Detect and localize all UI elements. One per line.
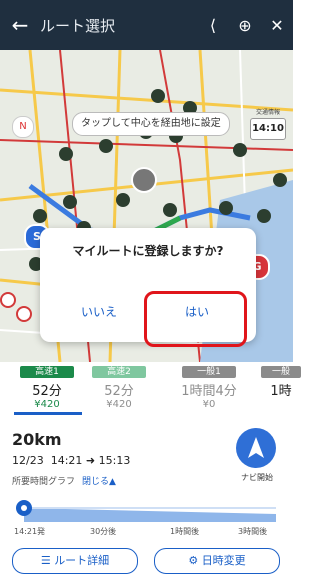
list-icon: ☰ — [40, 554, 51, 567]
close-graph-button[interactable]: 閉じる▲ — [82, 474, 116, 487]
route-detail-label: ルート詳細 — [54, 554, 110, 567]
compass-icon[interactable]: N — [12, 116, 34, 138]
tab-price: ¥0 — [202, 399, 216, 410]
tab-highway-1[interactable]: 高速1 52分 ¥420 — [12, 366, 82, 410]
tab-badge: 一般 — [261, 366, 301, 378]
route-distance: 20km — [12, 430, 62, 449]
graph-tick: 3時間後 — [238, 527, 268, 536]
graph-tick: 14:21発 — [14, 527, 46, 536]
tab-price: ¥420 — [106, 399, 132, 410]
no-button[interactable]: いいえ — [54, 300, 144, 324]
page-title: ルート選択 — [40, 16, 116, 35]
active-tab-indicator — [14, 412, 82, 415]
tab-general-1[interactable]: 一般1 1時間4分 ¥0 — [174, 366, 244, 410]
graph-tick: 1時間後 — [170, 527, 200, 536]
navigation-start-label: ナビ開始 — [241, 473, 273, 482]
tab-badge: 高速1 — [20, 366, 74, 378]
traffic-time: 14:10 — [252, 123, 284, 134]
tab-badge: 一般1 — [182, 366, 236, 378]
navigation-start-button[interactable] — [236, 428, 276, 468]
tab-badge: 高速2 — [92, 366, 146, 378]
route-date: 12/23 — [12, 454, 44, 467]
tab-price: ¥420 — [34, 399, 60, 410]
tab-highway-2[interactable]: 高速2 52分 ¥420 — [84, 366, 154, 410]
navigation-arrow-icon — [248, 437, 264, 458]
close-icon[interactable]: ✕ — [261, 16, 293, 35]
tab-general-2[interactable]: 一般 1時 — [256, 366, 306, 399]
datetime-change-label: 日時変更 — [201, 554, 246, 567]
traffic-time-badge: 交通情報 14:10 — [250, 109, 286, 140]
tab-time: 52分 — [104, 384, 134, 399]
route-detail-panel: 20km 12/23 14:21 ➜ 15:13 所要時間グラフ 閉じる▲ ナビ… — [0, 418, 293, 586]
share-icon[interactable]: ⟨ — [197, 16, 229, 35]
gear-icon: ⚙ — [188, 554, 199, 567]
tab-time: 1時 — [270, 384, 292, 399]
traffic-time-label: 交通情報 — [255, 109, 280, 116]
arrive-time: 15:13 — [98, 454, 131, 467]
graph-tick: 30分後 — [90, 527, 117, 536]
yes-highlight-frame — [144, 291, 247, 347]
header-bar: ← ルート選択 ⟨ ⊕ ✕ — [0, 0, 293, 50]
arrow-icon: ➜ — [85, 454, 96, 467]
dialog-message: マイルートに登録しますか? — [72, 244, 224, 258]
route-times: 12/23 14:21 ➜ 15:13 — [12, 454, 130, 467]
datetime-change-button[interactable]: ⚙ 日時変更 — [154, 548, 280, 574]
travel-time-graph[interactable] — [14, 498, 276, 522]
graph-label: 所要時間グラフ — [12, 477, 76, 487]
tab-time: 1時間4分 — [181, 384, 237, 399]
waypoint-hint[interactable]: タップして中心を経由地に設定 — [72, 112, 230, 136]
add-pin-icon[interactable]: ⊕ — [229, 16, 261, 35]
tab-time: 52分 — [32, 384, 62, 399]
back-button[interactable]: ← — [0, 13, 40, 37]
route-tabs: 高速1 52分 ¥420 高速2 52分 ¥420 一般1 1時間4分 ¥0 一… — [0, 362, 301, 419]
route-detail-button[interactable]: ☰ ルート詳細 — [12, 548, 138, 574]
depart-time: 14:21 — [50, 454, 83, 467]
